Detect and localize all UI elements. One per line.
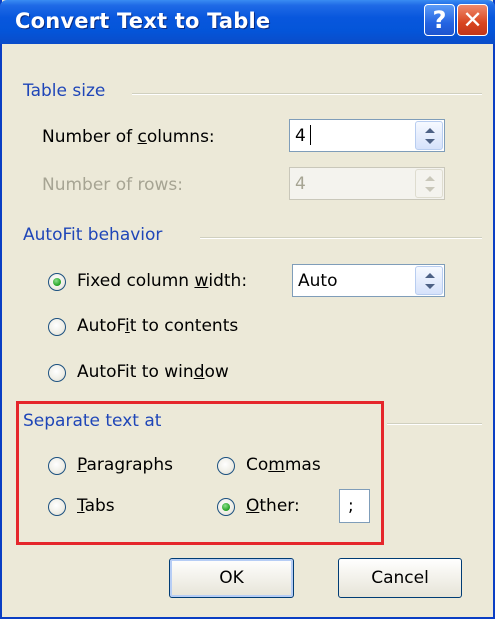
cancel-button[interactable]: Cancel [338, 558, 462, 598]
spin-up-arrow-icon [425, 176, 435, 181]
columns-spinbox[interactable]: 4 [289, 119, 445, 152]
group-divider [387, 423, 482, 425]
rows-spin-buttons [415, 169, 443, 198]
group-divider [200, 237, 482, 239]
radio-autofit-contents[interactable] [48, 318, 66, 336]
fixed-column-width-label[interactable]: Fixed column width: [77, 271, 247, 291]
column-width-value[interactable]: Auto [298, 271, 337, 291]
radio-fixed-column-width[interactable] [48, 273, 66, 291]
radio-autofit-window[interactable] [48, 364, 66, 382]
rows-label: Number of rows: [42, 175, 183, 195]
group-heading-autofit: AutoFit behavior [23, 225, 163, 245]
autofit-contents-label[interactable]: AutoFit to contents [77, 316, 238, 336]
dialog-title: Convert Text to Table [15, 9, 271, 33]
autofit-window-label[interactable]: AutoFit to window [77, 362, 229, 382]
group-divider [132, 93, 482, 95]
help-icon: ? [432, 6, 447, 34]
rows-value: 4 [295, 174, 306, 194]
close-button[interactable]: ✕ [457, 4, 488, 36]
close-icon: ✕ [462, 6, 483, 34]
group-heading-table-size: Table size [23, 81, 106, 101]
spin-up-arrow-icon[interactable] [425, 128, 435, 133]
spin-down-arrow-icon[interactable] [425, 284, 435, 289]
columns-spin-buttons[interactable] [415, 121, 443, 150]
highlight-box [16, 401, 384, 545]
ok-button[interactable]: OK [169, 558, 294, 598]
dialog-window: Convert Text to Table ? ✕ Table size Num… [0, 0, 495, 619]
help-button[interactable]: ? [424, 4, 455, 36]
rows-spinbox: 4 [289, 167, 445, 200]
columns-value[interactable]: 4 [295, 126, 306, 146]
columns-label: Number of columns: [42, 127, 215, 147]
column-width-spin-buttons[interactable] [415, 266, 443, 295]
spin-down-arrow-icon [425, 187, 435, 192]
text-caret [310, 125, 311, 145]
spin-down-arrow-icon[interactable] [425, 139, 435, 144]
title-bar[interactable]: Convert Text to Table ? ✕ [0, 0, 495, 44]
column-width-spinbox[interactable]: Auto [292, 264, 445, 297]
spin-up-arrow-icon[interactable] [425, 273, 435, 278]
